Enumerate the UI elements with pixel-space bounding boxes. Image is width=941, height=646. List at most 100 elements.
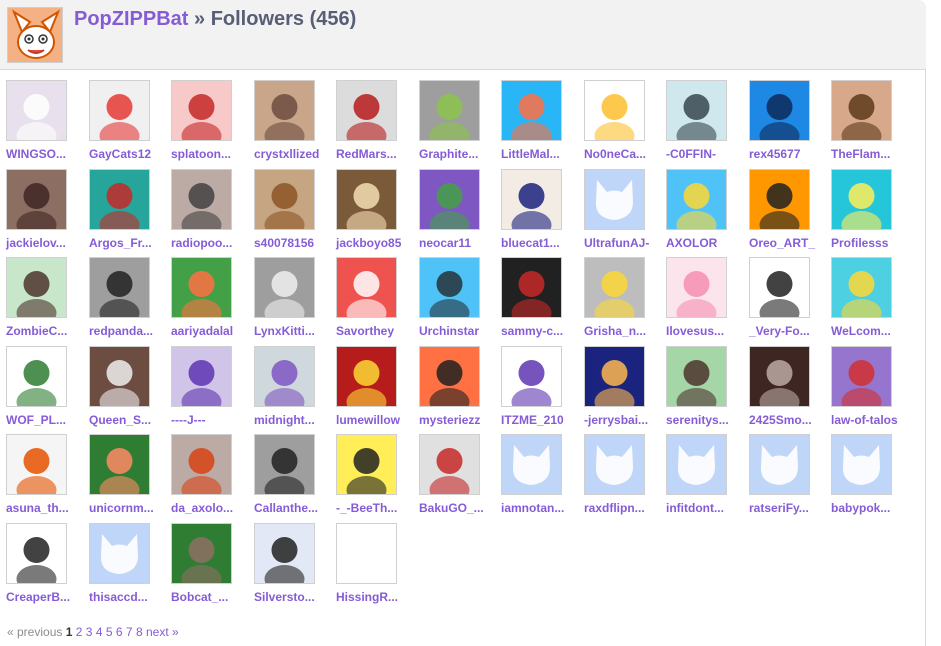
follower-username[interactable]: radiopoo... xyxy=(171,236,251,250)
follower-card[interactable]: RedMars... xyxy=(336,80,416,164)
follower-card[interactable]: iamnotan... xyxy=(501,434,581,518)
follower-avatar[interactable] xyxy=(254,346,315,407)
follower-username[interactable]: HissingR... xyxy=(336,590,416,604)
follower-username[interactable]: ZombieC... xyxy=(6,324,86,338)
follower-username[interactable]: splatoon... xyxy=(171,147,251,161)
follower-avatar[interactable] xyxy=(749,169,810,230)
follower-username[interactable]: midnight... xyxy=(254,413,334,427)
follower-card[interactable]: mysteriezz xyxy=(419,346,499,430)
follower-username[interactable]: sammy-c... xyxy=(501,324,581,338)
follower-avatar[interactable] xyxy=(89,346,150,407)
follower-avatar[interactable] xyxy=(336,523,397,584)
follower-username[interactable]: rex45677 xyxy=(749,147,829,161)
follower-card[interactable]: bluecat1... xyxy=(501,169,581,253)
follower-username[interactable]: 2425Smo... xyxy=(749,413,829,427)
follower-card[interactable]: babypok... xyxy=(831,434,911,518)
follower-card[interactable]: asuna_th... xyxy=(6,434,86,518)
follower-card[interactable]: Profilesss xyxy=(831,169,911,253)
follower-username[interactable]: No0neCa... xyxy=(584,147,664,161)
page-link[interactable]: 6 xyxy=(116,625,123,639)
follower-card[interactable]: BakuGO_... xyxy=(419,434,499,518)
follower-username[interactable]: mysteriezz xyxy=(419,413,499,427)
follower-avatar[interactable] xyxy=(666,434,727,495)
follower-username[interactable]: Profilesss xyxy=(831,236,911,250)
follower-card[interactable]: WINGSO... xyxy=(6,80,86,164)
follower-avatar[interactable] xyxy=(584,434,645,495)
follower-avatar[interactable] xyxy=(336,346,397,407)
follower-username[interactable]: -jerrysbai... xyxy=(584,413,664,427)
follower-avatar[interactable] xyxy=(749,257,810,318)
follower-card[interactable]: Queen_S... xyxy=(89,346,169,430)
follower-card[interactable]: da_axolo... xyxy=(171,434,251,518)
follower-card[interactable]: LynxKitti... xyxy=(254,257,334,341)
follower-avatar[interactable] xyxy=(584,346,645,407)
follower-card[interactable]: Argos_Fr... xyxy=(89,169,169,253)
follower-avatar[interactable] xyxy=(831,346,892,407)
follower-username[interactable]: aariyadalal xyxy=(171,324,251,338)
follower-avatar[interactable] xyxy=(6,434,67,495)
follower-card[interactable]: infitdont... xyxy=(666,434,746,518)
follower-username[interactable]: ratseriFy... xyxy=(749,501,829,515)
follower-card[interactable]: Callanthe... xyxy=(254,434,334,518)
follower-username[interactable]: law-of-talos xyxy=(831,413,911,427)
follower-card[interactable]: law-of-talos xyxy=(831,346,911,430)
follower-avatar[interactable] xyxy=(171,257,232,318)
follower-card[interactable]: WeLcom... xyxy=(831,257,911,341)
follower-avatar[interactable] xyxy=(171,523,232,584)
follower-username[interactable]: neocar11 xyxy=(419,236,499,250)
follower-username[interactable]: Callanthe... xyxy=(254,501,334,515)
follower-username[interactable]: Bobcat_... xyxy=(171,590,251,604)
follower-username[interactable]: Urchinstar xyxy=(419,324,499,338)
page-link[interactable]: 7 xyxy=(126,625,133,639)
follower-avatar[interactable] xyxy=(254,80,315,141)
follower-avatar[interactable] xyxy=(501,346,562,407)
follower-card[interactable]: WOF_PL... xyxy=(6,346,86,430)
follower-username[interactable]: Queen_S... xyxy=(89,413,169,427)
follower-username[interactable]: LittleMal... xyxy=(501,147,581,161)
page-link[interactable]: 5 xyxy=(106,625,113,639)
follower-card[interactable]: neocar11 xyxy=(419,169,499,253)
page-link[interactable]: 3 xyxy=(86,625,93,639)
follower-username[interactable]: asuna_th... xyxy=(6,501,86,515)
follower-username[interactable]: s40078156 xyxy=(254,236,334,250)
follower-username[interactable]: WOF_PL... xyxy=(6,413,86,427)
follower-username[interactable]: Argos_Fr... xyxy=(89,236,169,250)
follower-avatar[interactable] xyxy=(831,434,892,495)
follower-card[interactable]: Ilovesus... xyxy=(666,257,746,341)
follower-card[interactable]: UltrafunAJ- xyxy=(584,169,664,253)
follower-username[interactable]: -C0FFIN- xyxy=(666,147,746,161)
follower-avatar[interactable] xyxy=(831,80,892,141)
follower-card[interactable]: No0neCa... xyxy=(584,80,664,164)
follower-username[interactable]: -_-BeeTh... xyxy=(336,501,416,515)
follower-avatar[interactable] xyxy=(749,434,810,495)
follower-card[interactable]: raxdflipn... xyxy=(584,434,664,518)
follower-card[interactable]: ----J--- xyxy=(171,346,251,430)
follower-username[interactable]: LynxKitti... xyxy=(254,324,334,338)
follower-username[interactable]: iamnotan... xyxy=(501,501,581,515)
follower-username[interactable]: RedMars... xyxy=(336,147,416,161)
follower-avatar[interactable] xyxy=(336,257,397,318)
follower-card[interactable]: midnight... xyxy=(254,346,334,430)
next-page-link[interactable]: next » xyxy=(146,625,179,639)
follower-avatar[interactable] xyxy=(831,169,892,230)
follower-card[interactable]: -C0FFIN- xyxy=(666,80,746,164)
follower-card[interactable]: CreaperB... xyxy=(6,523,86,607)
follower-username[interactable]: Grisha_n... xyxy=(584,324,664,338)
follower-avatar[interactable] xyxy=(254,257,315,318)
follower-avatar[interactable] xyxy=(6,523,67,584)
follower-card[interactable]: _Very-Fo... xyxy=(749,257,829,341)
follower-card[interactable]: jackielov... xyxy=(6,169,86,253)
follower-card[interactable]: -jerrysbai... xyxy=(584,346,664,430)
follower-avatar[interactable] xyxy=(6,80,67,141)
follower-avatar[interactable] xyxy=(584,169,645,230)
follower-username[interactable]: UltrafunAJ- xyxy=(584,236,664,250)
follower-avatar[interactable] xyxy=(831,257,892,318)
follower-card[interactable]: aariyadalal xyxy=(171,257,251,341)
follower-card[interactable]: Silversto... xyxy=(254,523,334,607)
follower-card[interactable]: crystxllized xyxy=(254,80,334,164)
follower-username[interactable]: ----J--- xyxy=(171,413,251,427)
follower-username[interactable]: _Very-Fo... xyxy=(749,324,829,338)
follower-username[interactable]: Savorthey xyxy=(336,324,416,338)
follower-avatar[interactable] xyxy=(501,169,562,230)
follower-username[interactable]: Graphite... xyxy=(419,147,499,161)
